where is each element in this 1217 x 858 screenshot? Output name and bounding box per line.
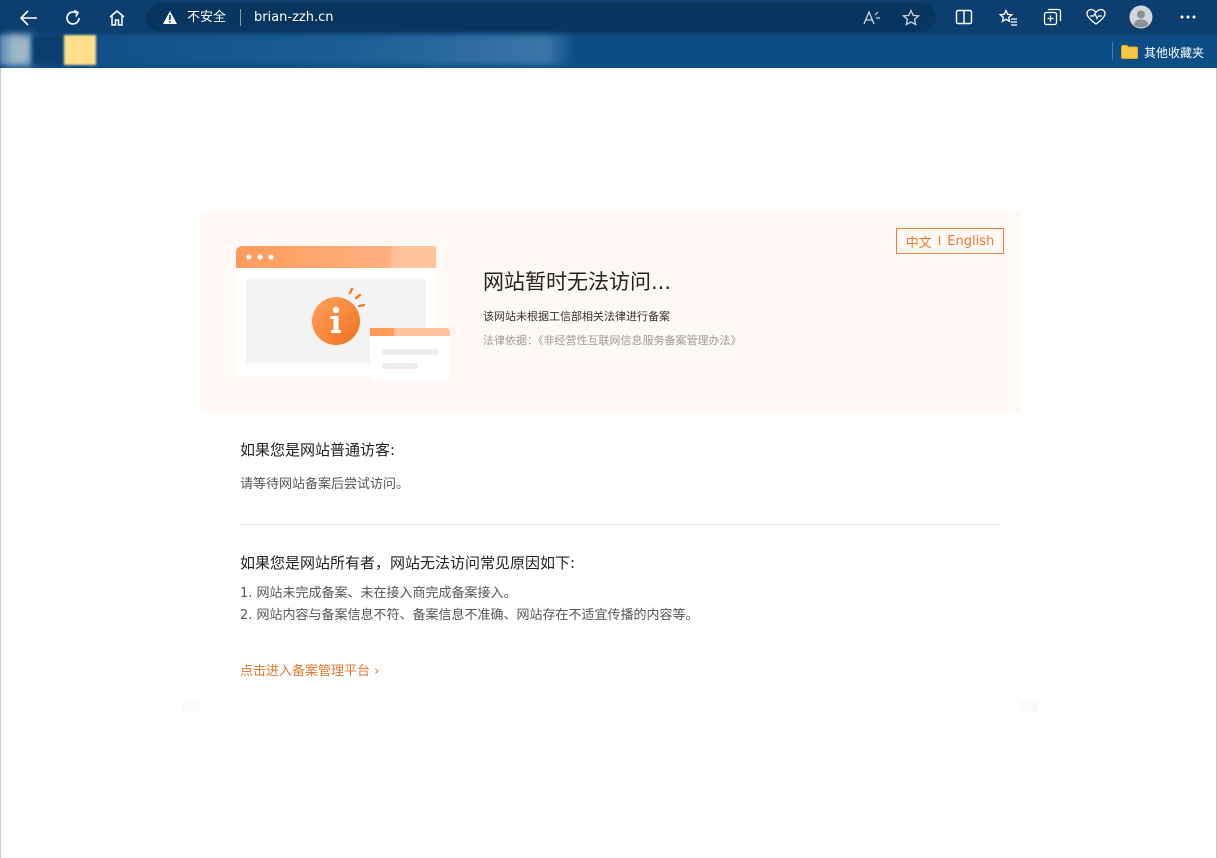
refresh-button[interactable]	[59, 4, 87, 31]
list-item: 2. 网站内容与备案信息不符、备案信息不准确、网站存在不适宜传播的内容等。	[240, 608, 699, 623]
split-screen-button[interactable]	[952, 5, 976, 29]
owner-reasons-list: 1. 网站未完成备案、未在接入商完成备案接入。 2. 网站内容与备案信息不符、备…	[240, 583, 699, 627]
blurred-bookmark-folder	[64, 35, 96, 65]
bookmarks-separator	[1112, 42, 1113, 60]
address-separator	[240, 9, 241, 26]
refresh-icon	[66, 9, 80, 25]
lang-zh-link[interactable]: 中文	[906, 232, 932, 251]
home-icon	[109, 10, 125, 26]
legal-basis-text: 法律依据：《非经营性互联网信息服务备案管理办法》	[483, 334, 742, 347]
section-divider	[240, 524, 1000, 525]
notice-subtitle: 该网站未根据工信部相关法律进行备案	[483, 310, 670, 323]
security-status-label[interactable]: 不安全	[187, 9, 226, 26]
list-item: 1. 网站未完成备案、未在接入商完成备案接入。	[240, 586, 517, 601]
folder-icon	[1121, 45, 1138, 59]
heart-pulse-icon	[1086, 8, 1106, 25]
blurred-bookmark	[32, 35, 64, 65]
address-bar[interactable]: 不安全 brian-zzh.cn	[146, 3, 936, 32]
lang-separator: I	[937, 234, 942, 248]
warning-icon	[163, 11, 177, 24]
read-aloud-button[interactable]	[862, 8, 882, 28]
page-viewport: 中文 I English 网站暂时无法访问... 该网站未根据工信部相关法律进行…	[0, 68, 1217, 858]
bookmarks-bar: 其他收藏夹	[0, 35, 1217, 68]
back-button[interactable]	[15, 4, 43, 31]
split-screen-icon	[955, 9, 973, 25]
language-switch[interactable]: 中文 I English	[896, 228, 1004, 254]
back-arrow-icon	[20, 9, 37, 26]
browser-info-illustration-icon	[236, 246, 450, 381]
blurred-bookmark-favicon	[8, 35, 32, 65]
browser-toolbar: 不安全 brian-zzh.cn	[0, 0, 1217, 35]
home-button[interactable]	[103, 4, 131, 31]
filing-platform-link[interactable]: 点击进入备案管理平台 ›	[240, 660, 379, 679]
lang-en-link[interactable]: English	[947, 234, 994, 249]
profile-avatar-icon	[1129, 5, 1153, 29]
other-favorites-label: 其他收藏夹	[1144, 45, 1205, 60]
url-text[interactable]: brian-zzh.cn	[254, 9, 334, 26]
favorites-button[interactable]	[996, 5, 1020, 29]
other-favorites-folder[interactable]: 其他收藏夹	[1121, 43, 1204, 61]
settings-more-button[interactable]	[1176, 5, 1200, 29]
owner-section-title: 如果您是网站所有者，网站无法访问常见原因如下:	[240, 554, 576, 572]
star-icon	[902, 9, 920, 26]
visitor-section-title: 如果您是网站普通访客:	[240, 441, 396, 459]
visitor-section-text: 请等待网站备案后尝试访问。	[240, 477, 410, 492]
decorative-shade-left	[181, 701, 200, 713]
decorative-shade-right	[1020, 701, 1039, 713]
favorite-star-button[interactable]	[901, 8, 921, 28]
profile-avatar-button[interactable]	[1129, 5, 1153, 29]
more-dots-icon	[1180, 15, 1196, 19]
notice-title: 网站暂时无法访问...	[483, 270, 672, 294]
notice-hero: 中文 I English 网站暂时无法访问... 该网站未根据工信部相关法律进行…	[200, 212, 1020, 412]
collections-button[interactable]	[1040, 5, 1064, 29]
collections-icon	[1043, 8, 1061, 26]
favorites-list-icon	[998, 8, 1017, 26]
read-aloud-icon	[863, 10, 880, 25]
browser-essentials-button[interactable]	[1084, 5, 1108, 29]
